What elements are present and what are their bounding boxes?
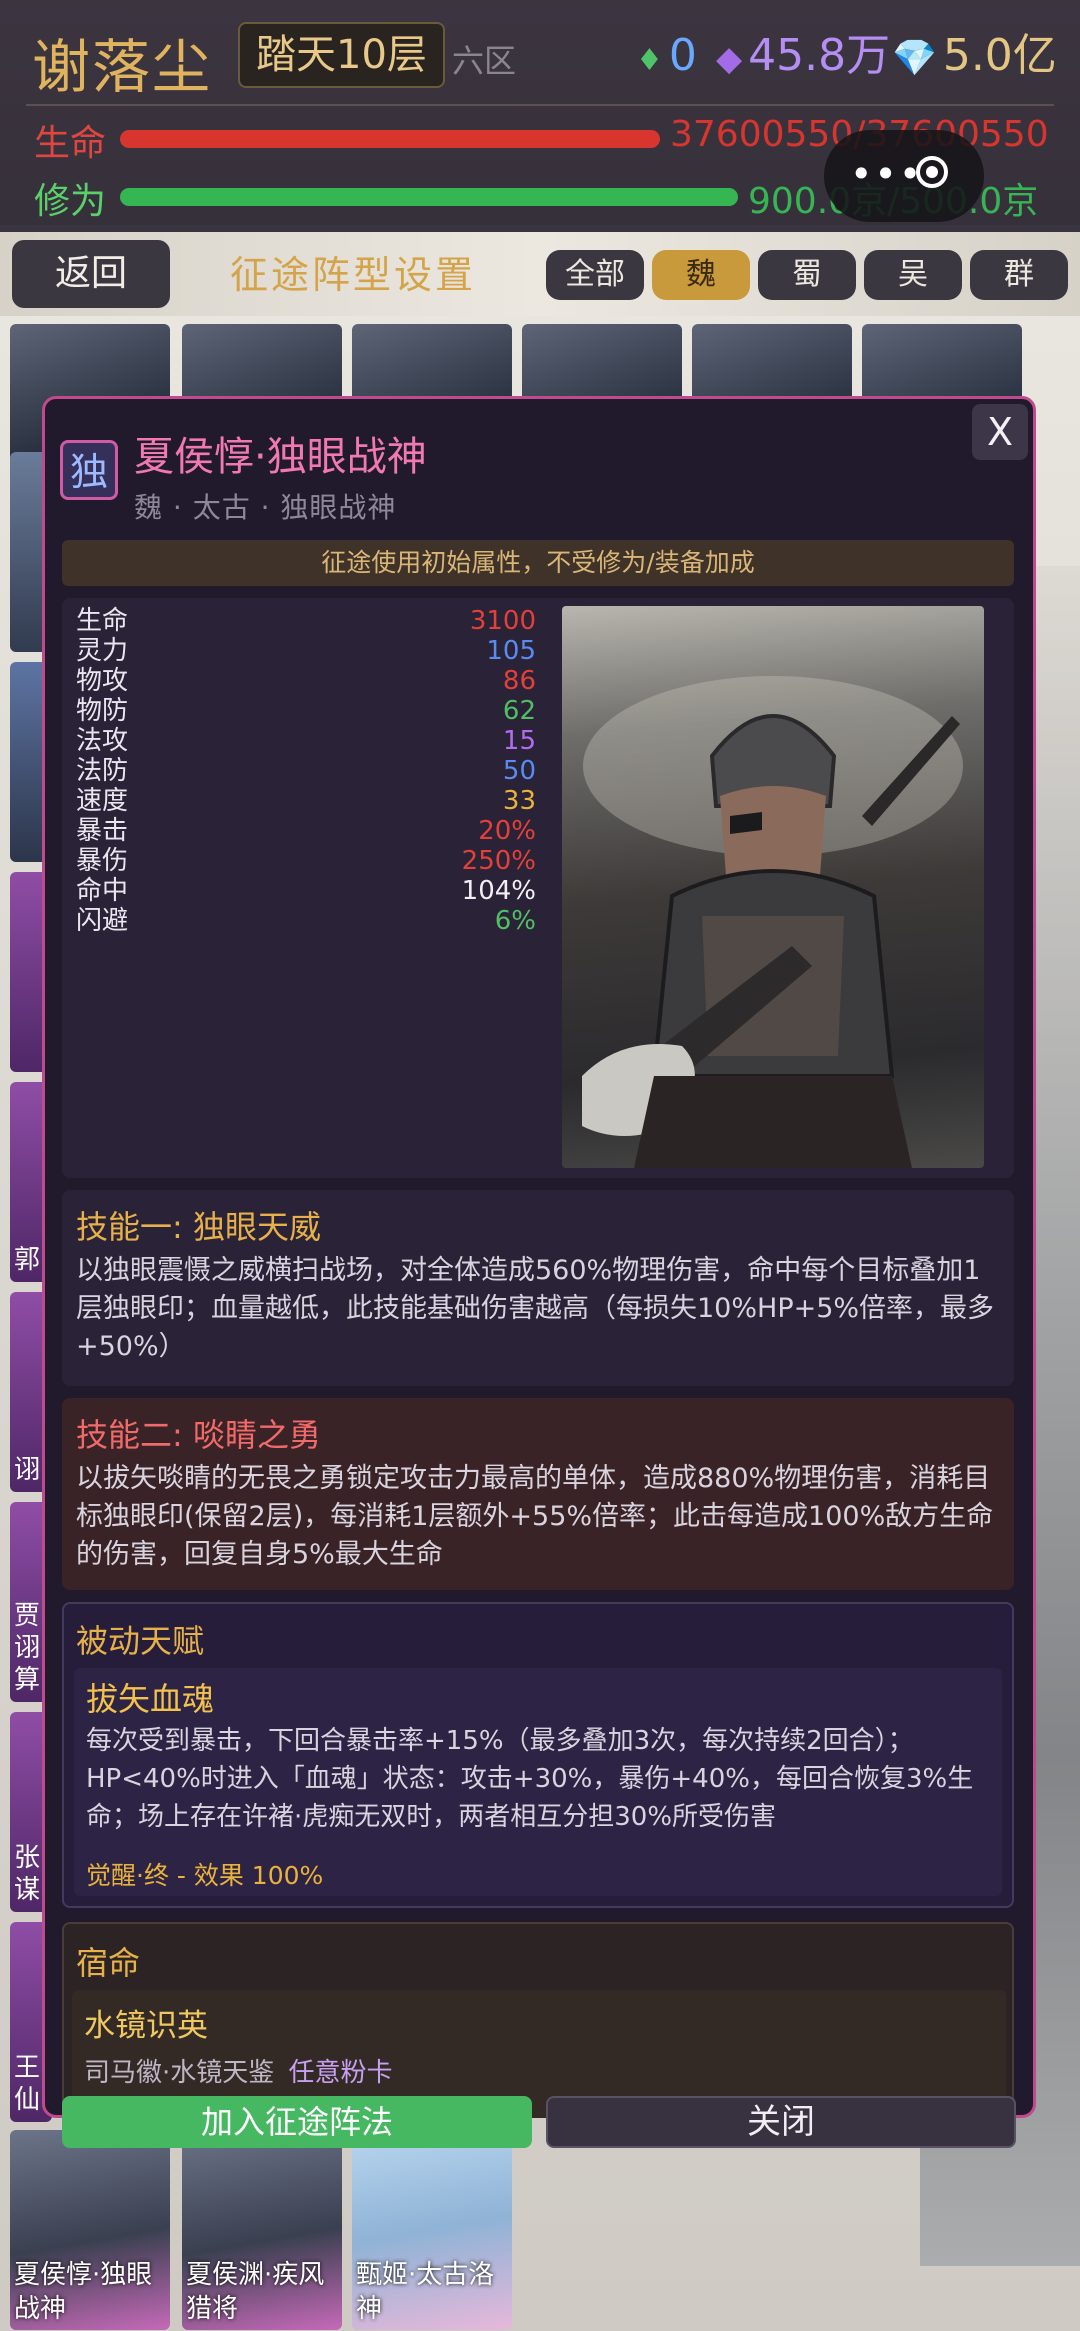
fate-name: 水镜识英 xyxy=(84,2008,208,2044)
nav-bar: 返回 征途阵型设置 全部 魏 蜀 吴 群 xyxy=(0,232,1080,316)
passive-name: 拔矢血魂 xyxy=(86,1680,215,1718)
stat-row: 灵力 105 xyxy=(76,636,536,666)
stat-value: 62 xyxy=(502,696,536,726)
zone-label: 六区 xyxy=(452,42,517,80)
stat-row: 生命 3100 xyxy=(76,606,536,636)
diamond-icon: 💎 xyxy=(892,38,937,79)
close-target-icon[interactable] xyxy=(916,156,948,188)
stat-row: 闪避 6% xyxy=(76,906,536,936)
spirit-currency: ◆ 45.8万 xyxy=(716,28,890,87)
stat-row: 速度 33 xyxy=(76,786,536,816)
fate-required-hero: 司马徽·水镜天鉴 xyxy=(84,2058,275,2088)
hero-card-label: 夏侯惇·独眼战神 xyxy=(14,2260,153,2324)
stat-value: 15 xyxy=(502,726,536,756)
hero-portrait xyxy=(562,606,984,1168)
stat-value: 104% xyxy=(461,876,536,906)
stat-row: 法攻 15 xyxy=(76,726,536,756)
passive-section-title: 被动天赋 xyxy=(76,1622,205,1660)
page-title: 征途阵型设置 xyxy=(230,253,477,297)
floor-badge: 踏天10层 xyxy=(238,22,445,88)
hero-card[interactable]: 甄姬·太古洛神 xyxy=(352,2130,512,2330)
cultivation-bar xyxy=(120,188,738,206)
stat-value: 20% xyxy=(478,816,536,846)
stat-value: 250% xyxy=(461,846,536,876)
stat-name: 物防 xyxy=(76,696,129,726)
stat-row: 暴伤 250% xyxy=(76,846,536,876)
fate-requirement: 司马徽·水镜天鉴 任意粉卡 xyxy=(84,2052,393,2089)
skill-two-panel: 技能二: 啖睛之勇 以拔矢啖睛的无畏之勇锁定攻击力最高的单体，造成880%物理伤… xyxy=(62,1398,1014,1590)
header-divider xyxy=(26,104,1054,106)
tab-wei[interactable]: 魏 xyxy=(652,250,750,300)
passive-description: 每次受到暴击，下回合暴击率+15%（最多叠加3次，每次持续2回合）；HP<40%… xyxy=(86,1726,974,1832)
stat-name: 法防 xyxy=(76,756,129,786)
tab-wu[interactable]: 吴 xyxy=(864,250,962,300)
back-button[interactable]: 返回 xyxy=(12,240,170,308)
stat-value: 105 xyxy=(486,636,536,666)
stat-name: 速度 xyxy=(76,786,129,816)
tab-qun[interactable]: 群 xyxy=(970,250,1068,300)
more-dots-icon[interactable]: ••• xyxy=(850,152,923,196)
stat-row: 物攻 86 xyxy=(76,666,536,696)
stat-value: 3100 xyxy=(469,606,536,636)
jade-currency: ♦ 0 xyxy=(636,28,697,89)
awaken-status: 觉醒·终 - 效果 100% xyxy=(86,1861,324,1890)
stat-value: 6% xyxy=(494,906,536,936)
hero-seal-icon: 独 xyxy=(60,440,118,500)
attribute-notice: 征途使用初始属性，不受修为/装备加成 xyxy=(62,540,1014,586)
stat-name: 暴击 xyxy=(76,816,129,846)
hero-subtitle: 魏 · 太古 · 独眼战神 xyxy=(134,491,397,524)
skill-one-panel: 技能一: 独眼天威 以独眼震慑之威横扫战场，对全体造成560%物理伤害，命中每个… xyxy=(62,1190,1014,1386)
mini-program-capsule[interactable]: ••• xyxy=(824,130,984,222)
skill-one-title: 技能一: 独眼天威 xyxy=(76,1208,321,1246)
stat-name: 灵力 xyxy=(76,636,129,666)
status-header: 谢落尘 踏天10层 六区 ♦0 ◆45.8万 💎5.0亿 生命 37600550… xyxy=(0,0,1080,225)
diamond-currency: 💎 5.0亿 xyxy=(892,28,1057,87)
stat-row: 物防 62 xyxy=(76,696,536,726)
tab-all[interactable]: 全部 xyxy=(546,250,644,300)
jade-amount: 0 xyxy=(668,30,697,81)
fate-section-title: 宿命 xyxy=(76,1944,141,1982)
stat-name: 暴伤 xyxy=(76,846,129,876)
stat-name: 命中 xyxy=(76,876,129,906)
hero-name: 夏侯惇·独眼战神 xyxy=(134,434,427,480)
hero-card-label: 甄姬·太古洛神 xyxy=(356,2260,495,2324)
close-button[interactable]: 关闭 xyxy=(546,2096,1016,2148)
hp-label: 生命 xyxy=(34,123,107,164)
fate-required-card: 任意粉卡 xyxy=(288,2058,393,2088)
stat-row: 命中 104% xyxy=(76,876,536,906)
modal-close-button[interactable]: X xyxy=(972,404,1028,460)
passive-talent-card: 拔矢血魂 每次受到暴击，下回合暴击率+15%（最多叠加3次，每次持续2回合）；H… xyxy=(74,1668,1002,1896)
hero-card[interactable]: 夏侯渊·疾风猎将 xyxy=(182,2130,342,2330)
stat-name: 生命 xyxy=(76,606,129,636)
hp-bar xyxy=(120,130,660,148)
join-formation-button[interactable]: 加入征途阵法 xyxy=(62,2096,532,2148)
skill-two-description: 以拔矢啖睛的无畏之勇锁定攻击力最高的单体，造成880%物理伤害，消耗目标独眼印(… xyxy=(76,1463,994,1570)
stat-value: 50 xyxy=(502,756,536,786)
stat-name: 法攻 xyxy=(76,726,129,756)
spirit-amount: 45.8万 xyxy=(748,30,891,81)
stat-row: 法防 50 xyxy=(76,756,536,786)
purple-gem-icon: ◆ xyxy=(716,39,743,79)
tab-shu[interactable]: 蜀 xyxy=(758,250,856,300)
jade-icon: ♦ xyxy=(636,43,663,78)
stat-row: 暴击 20% xyxy=(76,816,536,846)
skill-one-description: 以独眼震慑之威横扫战场，对全体造成560%物理伤害，命中每个目标叠加1层独眼印；… xyxy=(76,1255,995,1362)
skill-two-title: 技能二: 啖睛之勇 xyxy=(76,1416,321,1454)
player-name: 谢落尘 xyxy=(32,33,213,101)
hero-card[interactable]: 夏侯惇·独眼战神 xyxy=(10,2130,170,2330)
warrior-illustration xyxy=(582,676,963,1168)
stat-value: 33 xyxy=(502,786,536,816)
stat-value: 86 xyxy=(502,666,536,696)
stat-name: 物攻 xyxy=(76,666,129,696)
cultivation-label: 修为 xyxy=(34,181,107,222)
stat-name: 闪避 xyxy=(76,906,129,936)
diamond-amount: 5.0亿 xyxy=(942,30,1057,81)
hero-card-label: 夏侯渊·疾风猎将 xyxy=(186,2260,325,2324)
